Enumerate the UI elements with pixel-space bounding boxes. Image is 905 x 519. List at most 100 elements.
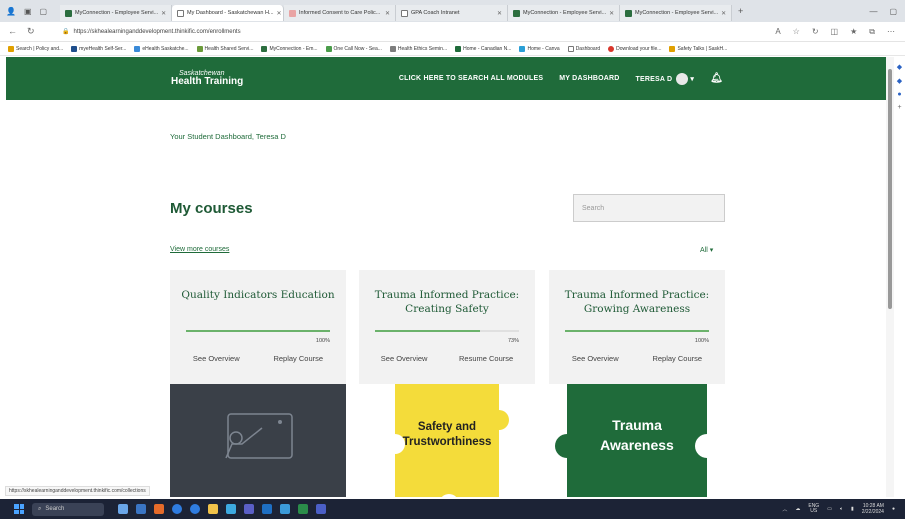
language-indicator[interactable]: ENG US — [808, 503, 819, 515]
course-card[interactable]: Quality Indicators Education 100% See Ov… — [170, 270, 346, 497]
bookmark[interactable]: Home - Canadian N... — [455, 45, 511, 52]
close-tab-icon[interactable]: ✕ — [277, 10, 282, 17]
windows-start-icon[interactable] — [14, 504, 24, 514]
outlook-icon[interactable]: ● — [897, 91, 901, 98]
course-card[interactable]: Trauma Informed Practice: Growing Awaren… — [549, 270, 725, 497]
page-scrollbar[interactable] — [886, 57, 894, 497]
bookmark[interactable]: Safety Talks | SaskH... — [669, 45, 727, 52]
filter-dropdown[interactable]: All ▾ — [700, 246, 713, 254]
bell-icon[interactable]: 🔔︎ — [710, 73, 723, 84]
excel-icon[interactable] — [298, 504, 308, 514]
resume-course-link[interactable]: Resume Course — [459, 354, 513, 384]
mail-icon[interactable] — [280, 504, 290, 514]
url-field[interactable]: 🔒 https://skhealearninganddevelopment.th… — [62, 28, 241, 36]
see-overview-link[interactable]: See Overview — [381, 354, 428, 384]
avatar — [676, 72, 689, 85]
copilot-icon[interactable]: ◆ — [897, 63, 902, 71]
see-overview-link[interactable]: See Overview — [572, 354, 619, 384]
taskbar-search[interactable]: ⌕ Search — [32, 502, 104, 516]
maximize-icon[interactable]: ▢ — [889, 7, 897, 16]
course-search-input[interactable]: Search — [573, 194, 725, 222]
bookmark[interactable]: Home - Canva — [519, 45, 560, 52]
close-tab-icon[interactable]: ✕ — [721, 10, 726, 17]
course-title[interactable]: Quality Indicators Education — [170, 270, 346, 330]
new-tab-icon[interactable]: + — [732, 6, 749, 16]
course-title[interactable]: Trauma Informed Practice: Creating Safet… — [359, 270, 535, 330]
read-aloud-icon[interactable]: A — [775, 27, 780, 37]
presentation-icon — [225, 413, 293, 459]
notification-icon[interactable]: ● — [892, 506, 895, 512]
file-explorer-icon[interactable] — [118, 504, 128, 514]
bookmark[interactable]: Health Ethics Semin... — [389, 45, 447, 52]
taskbar-apps — [118, 504, 326, 514]
taskbar-search-label: Search — [45, 506, 65, 512]
search-all-modules-link[interactable]: CLICK HERE TO SEARCH ALL MODULES — [399, 75, 543, 82]
bookmark[interactable]: Dashboard — [567, 45, 600, 52]
workspaces-icon[interactable]: ▣ — [24, 7, 32, 16]
folder-icon[interactable] — [208, 504, 218, 514]
split-screen-icon[interactable]: ◫ — [831, 27, 839, 37]
close-tab-icon[interactable]: ✕ — [161, 10, 166, 17]
close-tab-icon[interactable]: ✕ — [385, 10, 390, 17]
close-tab-icon[interactable]: ✕ — [497, 10, 502, 17]
favorite-star-icon[interactable]: ☆ — [793, 27, 800, 37]
add-icon[interactable]: + — [897, 104, 901, 111]
onedrive-icon[interactable]: ☁ — [795, 506, 800, 512]
edge-icon[interactable] — [190, 504, 200, 514]
refresh-icon[interactable]: ↻ — [27, 26, 35, 37]
minimize-icon[interactable]: — — [869, 7, 877, 16]
edge-icon[interactable] — [172, 504, 182, 514]
browser-tab[interactable]: MyConnection - Employee Servi... ✕ — [508, 5, 620, 21]
teams-icon[interactable] — [316, 504, 326, 514]
scrollbar-thumb[interactable] — [888, 69, 892, 309]
battery-icon[interactable]: ▮ — [851, 506, 854, 512]
search-icon: ⌕ — [38, 505, 42, 512]
bookmark[interactable]: MyConnection - Em... — [261, 45, 318, 52]
bookmark[interactable]: Download your file... — [608, 45, 661, 52]
task-view-icon[interactable] — [136, 504, 146, 514]
outlook-icon[interactable] — [262, 504, 272, 514]
bookmark[interactable]: One Call Now - Sea... — [325, 45, 382, 52]
back-icon[interactable]: ← — [8, 26, 17, 37]
replay-course-link[interactable]: Replay Course — [273, 354, 323, 384]
course-image[interactable] — [170, 384, 346, 497]
bookmark[interactable]: Search | Policy and... — [8, 45, 63, 52]
my-dashboard-link[interactable]: MY DASHBOARD — [559, 75, 619, 82]
browser-tab[interactable]: GPA Coach Intranet ✕ — [396, 5, 508, 21]
browser-tab[interactable]: MyConnection - Employee Servi... ✕ — [620, 5, 732, 21]
myconnection-icon — [625, 9, 632, 17]
browser-tab[interactable]: MyConnection - Employee Servi... ✕ — [60, 5, 172, 21]
site-header: Saskatchewan Health Training CLICK HERE … — [6, 57, 886, 100]
course-card[interactable]: Trauma Informed Practice: Creating Safet… — [359, 270, 535, 497]
browser-tab[interactable]: Informed Consent to Care Polic... ✕ — [284, 5, 396, 21]
web-page: Saskatchewan Health Training CLICK HERE … — [6, 57, 886, 497]
browser-icon[interactable] — [226, 504, 236, 514]
bookmark[interactable]: eHealth Saskatche... — [134, 45, 189, 52]
replay-course-link[interactable]: Replay Course — [652, 354, 702, 384]
see-overview-link[interactable]: See Overview — [193, 354, 240, 384]
bookmark[interactable]: Health Shared Servi... — [196, 45, 253, 52]
refresh-page-icon[interactable]: ↻ — [812, 27, 819, 37]
volume-icon[interactable]: 🔈︎ — [840, 506, 843, 512]
bookmark[interactable]: myeHealth Self-Ser... — [71, 45, 126, 52]
favorites-icon[interactable]: ★ — [850, 27, 857, 37]
tab-actions-icon[interactable]: ▢ — [40, 7, 48, 16]
course-image[interactable]: Trauma Awareness — [549, 384, 725, 497]
store-icon[interactable] — [244, 504, 254, 514]
course-image[interactable]: Safety and Trustworthiness — [359, 384, 535, 497]
close-tab-icon[interactable]: ✕ — [609, 10, 614, 17]
clock[interactable]: 10:28 AM 2/22/2024 — [862, 503, 884, 515]
course-title[interactable]: Trauma Informed Practice: Growing Awaren… — [549, 270, 725, 330]
shopping-icon[interactable]: ◆ — [897, 77, 902, 85]
extensions-icon[interactable]: ⋯ — [887, 27, 895, 37]
collections-icon[interactable]: ⧉ — [869, 27, 875, 37]
view-more-courses-link[interactable]: View more courses — [170, 246, 229, 253]
network-icon[interactable]: ▭ — [827, 506, 832, 512]
browser-tab-active[interactable]: My Dashboard - Saskatchewan H... ✕ — [172, 5, 284, 21]
profile-icon[interactable]: 👤 — [6, 7, 16, 16]
chevron-up-icon[interactable]: ︿ — [782, 506, 787, 513]
site-logo[interactable]: Saskatchewan Health Training — [171, 70, 243, 87]
firefox-icon[interactable] — [154, 504, 164, 514]
page-icon — [177, 9, 184, 17]
user-menu[interactable]: TERESA D ▾ — [635, 72, 694, 85]
